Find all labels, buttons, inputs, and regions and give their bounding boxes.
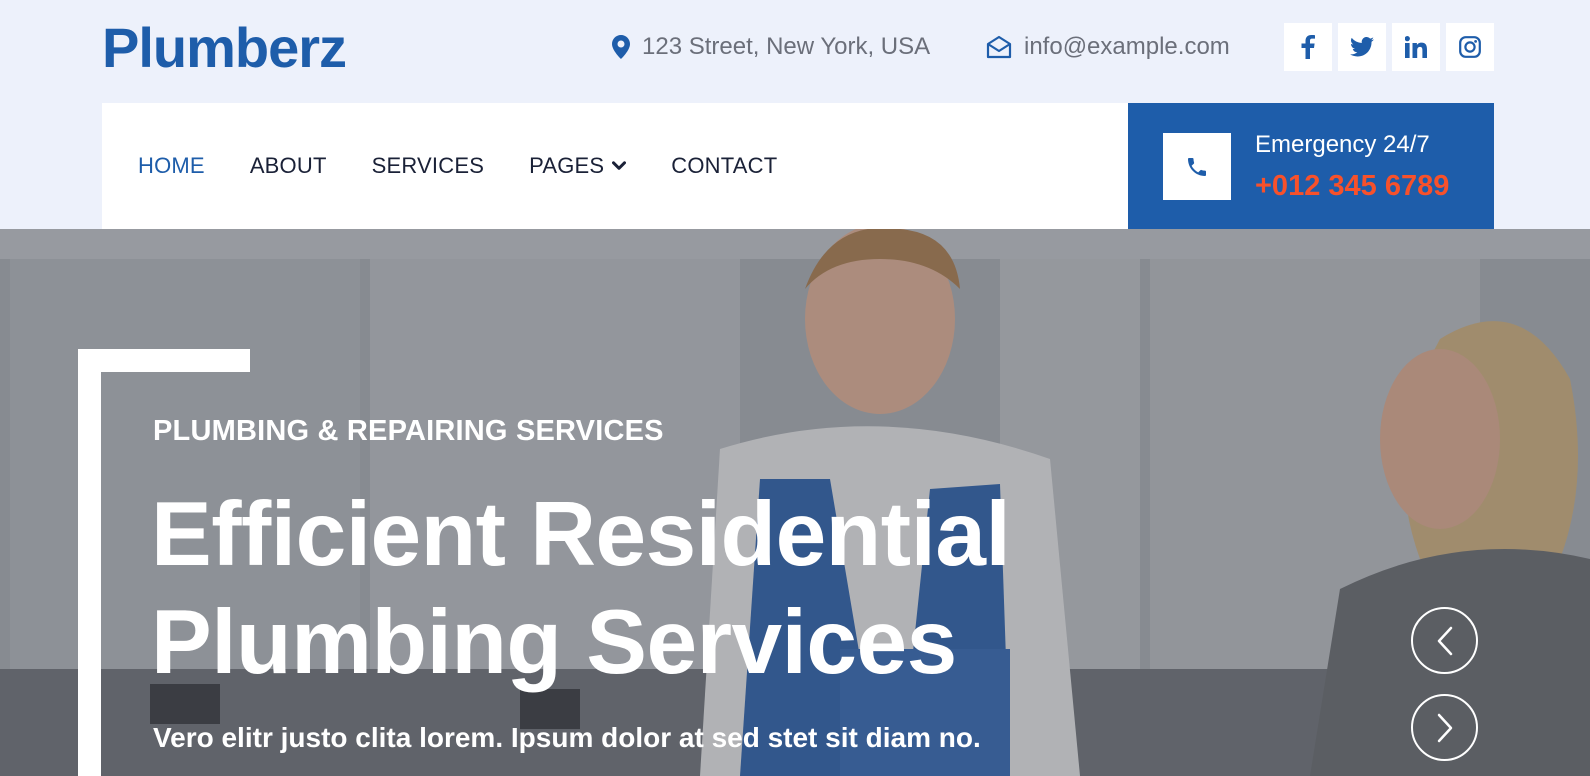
linkedin-button[interactable] [1392,23,1440,71]
chevron-down-icon [612,161,627,170]
nav-menu: HOME ABOUT SERVICES PAGES CONTACT [138,103,777,229]
facebook-button[interactable] [1284,23,1332,71]
address-text: 123 Street, New York, USA [642,33,931,60]
nav-item-pages-label: PAGES [529,153,605,178]
carousel-next-button[interactable] [1411,694,1478,761]
hero-subtitle: Vero elitr justo clita lorem. Ipsum dolo… [153,722,981,753]
phone-icon [1188,157,1206,176]
hero-title-line-2: Plumbing Services [151,592,957,693]
nav-item-services[interactable]: SERVICES [372,153,484,179]
hero-frame-horizontal [78,349,250,372]
chevron-left-icon [1437,626,1452,655]
nav-item-pages[interactable]: PAGES [529,153,627,179]
map-pin-icon [612,35,630,59]
twitter-icon [1350,37,1374,57]
site-logo[interactable]: Plumberz [102,16,347,80]
nav-item-home[interactable]: HOME [138,153,205,179]
address-info: 123 Street, New York, USA [612,31,930,63]
chevron-right-icon [1437,713,1452,742]
envelope-open-icon [986,35,1012,59]
emergency-phone-number[interactable]: +012 345 6789 [1255,170,1449,203]
hero-kicker: PLUMBING & REPAIRING SERVICES [153,415,664,447]
facebook-icon [1301,35,1315,59]
nav-item-contact[interactable]: CONTACT [671,153,777,179]
nav-item-about[interactable]: ABOUT [250,153,327,179]
instagram-button[interactable] [1446,23,1494,71]
twitter-button[interactable] [1338,23,1386,71]
social-links [1284,23,1494,71]
emergency-contact[interactable]: Emergency 24/7 +012 345 6789 [1128,103,1494,229]
carousel-prev-button[interactable] [1411,607,1478,674]
hero-frame-vertical [78,349,101,776]
main-navbar: HOME ABOUT SERVICES PAGES CONTACT [102,103,1128,229]
hero-title-line-1: Efficient Residential [151,484,1011,585]
linkedin-icon [1405,36,1427,58]
email-text[interactable]: info@example.com [1024,33,1230,61]
hero-title: Efficient Residential Plumbing Services [151,481,1051,697]
hero-carousel: PLUMBING & REPAIRING SERVICES Efficient … [0,229,1590,776]
phone-icon-box [1163,133,1231,200]
topbar: Plumberz 123 Street, New York, USA info@… [0,0,1590,102]
email-info[interactable]: info@example.com [986,31,1230,63]
instagram-icon [1459,36,1481,58]
emergency-label: Emergency 24/7 [1255,131,1430,158]
